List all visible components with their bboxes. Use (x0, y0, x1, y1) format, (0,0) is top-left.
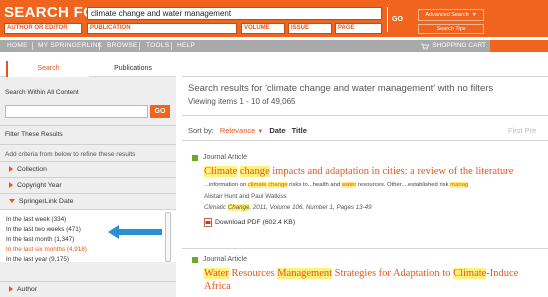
result-citation: Climatic Change, 2011, Volume 106, Numbe… (204, 204, 372, 211)
search-within-input[interactable] (5, 105, 148, 118)
result-snippet: ...information on climate change risks t… (204, 182, 469, 188)
result-title-link[interactable]: Water Resources Management Strategies fo… (204, 268, 518, 279)
publication-field[interactable]: PUBLICATION (87, 23, 237, 34)
nav-divider (99, 42, 100, 50)
main-search-input[interactable] (87, 7, 382, 20)
result-type-label: Journal Article (203, 256, 247, 263)
sort-title-button[interactable]: Title (292, 126, 307, 135)
facet-label: Collection (17, 165, 47, 173)
expand-arrow-icon (9, 166, 13, 172)
shopping-cart-link[interactable]: SHOPPING CART (421, 40, 486, 52)
results-header-bar (182, 61, 548, 77)
date-option-last-month[interactable]: In the last month (1,347) (6, 236, 74, 243)
article-type-icon (192, 154, 198, 161)
nav-my-springerlink[interactable]: MY SPRINGERLINK (38, 40, 102, 52)
facet-label: Author (17, 285, 38, 293)
sort-date-button[interactable]: Date (269, 126, 285, 135)
nav-divider (139, 42, 140, 50)
nav-tools[interactable]: TOOLS (146, 40, 169, 52)
chevron-down-icon: ▼ (471, 12, 477, 18)
result-title-continuation[interactable]: Africa (204, 281, 231, 292)
facet-author[interactable]: Author (0, 281, 176, 296)
shopping-cart-label: SHOPPING CART (432, 42, 486, 49)
sort-label: Sort by: (188, 126, 214, 135)
filter-heading: Filter These Results (5, 131, 63, 138)
facet-label: SpringerLink Date (19, 197, 74, 205)
date-option-last-six-months[interactable]: In the last six months (4,918) (6, 246, 87, 253)
search-within-go-button[interactable]: GO (150, 105, 170, 118)
left-arrow-icon (108, 225, 162, 239)
download-pdf-label: Download PDF (602.4 KB) (215, 219, 296, 226)
divider (182, 115, 548, 116)
date-list-scrollbar[interactable] (165, 212, 171, 262)
advanced-search-button[interactable]: Advanced Search ▼ (418, 9, 484, 21)
cart-icon (421, 43, 430, 50)
search-banner: SEARCH FOR GO AUTHOR OR EDITOR PUBLICATI… (0, 0, 548, 37)
tab-publications[interactable]: Publications (95, 61, 171, 77)
result-type: Journal Article (192, 256, 247, 263)
article-type-icon (192, 256, 198, 263)
nav-divider (171, 42, 172, 50)
search-within-heading: Search Within All Content (5, 89, 79, 96)
sidebar-tabs: Search Publications (0, 61, 176, 77)
pdf-icon (204, 218, 212, 227)
search-tips-button[interactable]: Search Tips (418, 24, 484, 34)
result-authors[interactable]: Alistair Hunt and Paul Watkiss (204, 193, 287, 200)
tab-search[interactable]: Search (6, 61, 89, 77)
pagination[interactable]: First Pre (508, 126, 536, 135)
nav-browse[interactable]: BROWSE (107, 40, 138, 52)
chevron-down-icon: ▼ (257, 129, 264, 135)
date-option-last-week[interactable]: In the last week (334) (6, 216, 66, 223)
divider (0, 125, 176, 126)
divider (182, 248, 548, 249)
nav-home[interactable]: HOME (7, 40, 28, 52)
facet-collection[interactable]: Collection (0, 161, 176, 176)
divider (182, 140, 548, 141)
date-option-last-two-weeks[interactable]: In the last two weeks (471) (6, 226, 81, 233)
expand-arrow-icon (9, 182, 13, 188)
page-field[interactable]: PAGE (335, 23, 382, 34)
download-pdf-link[interactable]: Download PDF (602.4 KB) (204, 218, 295, 227)
advanced-search-label: Advanced Search (425, 12, 469, 18)
results-count: Viewing items 1 - 10 of 49,065 (188, 97, 296, 106)
date-option-last-year[interactable]: In the last year (9,175) (6, 256, 69, 263)
facet-springerlink-date[interactable]: SpringerLink Date (0, 193, 176, 208)
facet-copyright-year[interactable]: Copyright Year (0, 177, 176, 192)
nav-accent-strip (490, 40, 548, 52)
expand-arrow-icon (9, 286, 13, 292)
result-type: Journal Article (192, 154, 247, 161)
volume-field[interactable]: VOLUME (241, 23, 285, 34)
result-title-link[interactable]: Climate change impacts and adaptation in… (204, 166, 513, 177)
sort-bar: Sort by: Relevance ▼ Date Title (188, 126, 307, 135)
author-field[interactable]: AUTHOR OR EDITOR (4, 23, 82, 34)
sort-relevance-button[interactable]: Relevance ▼ (220, 126, 264, 135)
divider (0, 144, 176, 145)
main-nav: HOME MY SPRINGERLINK BROWSE TOOLS HELP S… (0, 40, 548, 52)
result-type-label: Journal Article (203, 154, 247, 161)
sidebar-body: Search Within All Content GO Filter Thes… (0, 77, 176, 297)
main-go-button[interactable]: GO (387, 7, 407, 32)
collapse-arrow-icon (9, 199, 15, 203)
nav-divider (32, 42, 33, 50)
facet-label: Copyright Year (17, 181, 62, 189)
filter-hint: Add criteria from below to refine these … (5, 151, 136, 158)
issue-field[interactable]: ISSUE (288, 23, 332, 34)
results-title: Search results for 'climate change and w… (188, 83, 494, 94)
sidebar: Search Publications Search Within All Co… (0, 61, 176, 297)
nav-help[interactable]: HELP (177, 40, 195, 52)
